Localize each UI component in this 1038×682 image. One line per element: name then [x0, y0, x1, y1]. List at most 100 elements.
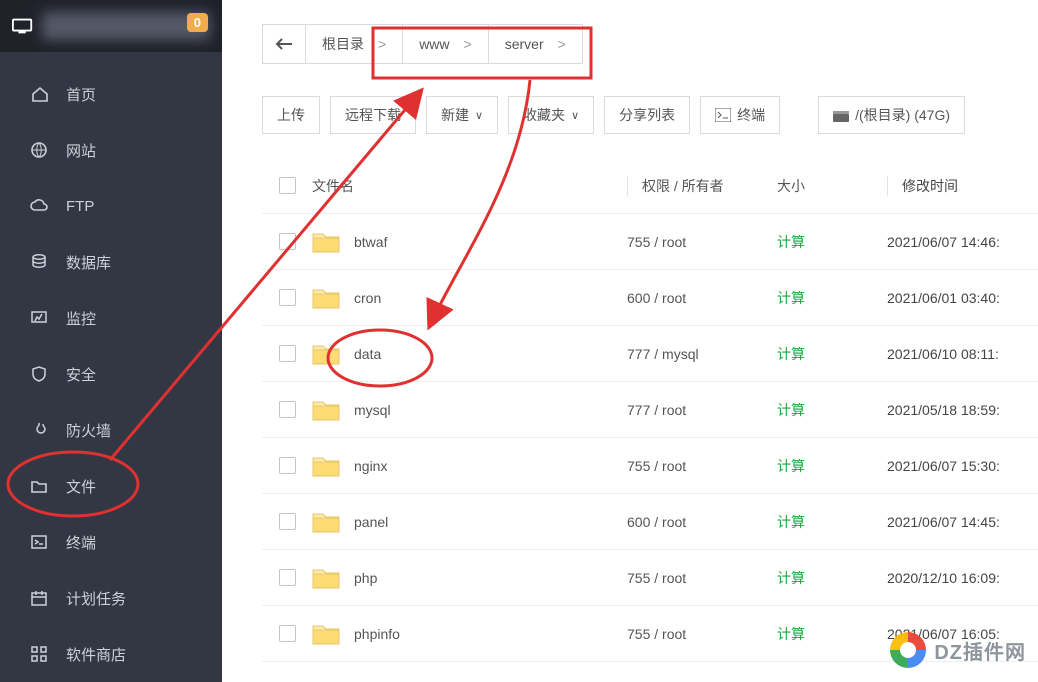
terminal-button[interactable]: 终端 — [700, 96, 780, 134]
table-row[interactable]: nginx755 / root计算2021/06/07 15:30: — [262, 438, 1038, 494]
file-permissions[interactable]: 755 / root — [627, 570, 777, 586]
sidebar-item-label: 文件 — [66, 476, 96, 497]
table-row[interactable]: php755 / root计算2020/12/10 16:09: — [262, 550, 1038, 606]
file-name[interactable]: phpinfo — [354, 626, 400, 642]
file-permissions[interactable]: 600 / root — [627, 514, 777, 530]
compute-size-link[interactable]: 计算 — [777, 234, 805, 250]
globe-icon — [30, 141, 48, 159]
sidebar-item-label: 首页 — [66, 84, 96, 105]
new-button[interactable]: 新建∨ — [426, 96, 498, 134]
terminal-label: 终端 — [737, 105, 765, 125]
compute-size-link[interactable]: 计算 — [777, 570, 805, 586]
file-name[interactable]: mysql — [354, 402, 391, 418]
shield-icon — [30, 365, 48, 383]
back-button[interactable] — [262, 24, 306, 64]
table-row[interactable]: cron 600 / root计算 2021/06/01 03:40: — [262, 270, 1038, 326]
sidebar-item-label: 监控 — [66, 308, 96, 329]
sidebar-item-label: 安全 — [66, 364, 96, 385]
favorites-button[interactable]: 收藏夹∨ — [508, 96, 594, 134]
breadcrumb-label: server — [505, 36, 544, 52]
compute-size-link[interactable]: 计算 — [777, 514, 805, 530]
sidebar-item-label: 防火墙 — [66, 420, 111, 441]
chevron-down-icon: ∨ — [571, 109, 579, 122]
sidebar-item-monitor[interactable]: 监控 — [0, 290, 222, 346]
chevron-right-icon: > — [544, 36, 566, 52]
breadcrumb-server[interactable]: server > — [489, 24, 583, 64]
disk-button[interactable]: /(根目录) (47G) — [818, 96, 965, 134]
file-permissions[interactable]: 755 / root — [627, 626, 777, 642]
remote-download-button[interactable]: 远程下载 — [330, 96, 416, 134]
col-header-date[interactable]: 修改时间 — [887, 176, 1038, 196]
col-header-perm[interactable]: 权限 / 所有者 — [627, 176, 777, 196]
table-row[interactable]: mysql 777 / root计算 2021/05/18 18:59: — [262, 382, 1038, 438]
chevron-right-icon: > — [364, 36, 386, 52]
file-name[interactable]: nginx — [354, 458, 387, 474]
compute-size-link[interactable]: 计算 — [777, 458, 805, 474]
file-date: 2021/06/01 03:40: — [887, 290, 1038, 306]
sidebar-item-terminal[interactable]: 终端 — [0, 514, 222, 570]
row-checkbox[interactable] — [279, 345, 296, 362]
fire-icon — [30, 421, 48, 439]
table-row[interactable]: btwaf 755 / root计算 2021/06/07 14:46: — [262, 214, 1038, 270]
breadcrumb-www[interactable]: www > — [403, 24, 489, 64]
db-icon — [30, 253, 48, 271]
sidebar-item-label: FTP — [66, 198, 94, 215]
sidebar-item-shield[interactable]: 安全 — [0, 346, 222, 402]
file-name[interactable]: php — [354, 570, 377, 586]
sidebar-item-label: 计划任务 — [66, 588, 126, 609]
upload-button[interactable]: 上传 — [262, 96, 320, 134]
compute-size-link[interactable]: 计算 — [777, 290, 805, 306]
sidebar-item-cloud[interactable]: FTP — [0, 178, 222, 234]
file-name[interactable]: panel — [354, 514, 388, 530]
sidebar-item-grid[interactable]: 软件商店 — [0, 626, 222, 682]
home-icon — [30, 85, 48, 103]
row-checkbox[interactable] — [279, 457, 296, 474]
share-list-button[interactable]: 分享列表 — [604, 96, 690, 134]
file-date: 2021/06/10 08:11: — [887, 346, 1038, 362]
sidebar-item-db[interactable]: 数据库 — [0, 234, 222, 290]
main-area: 根目录 > www > server > 上传 远程下载 新建∨ 收藏夹∨ 分享… — [222, 0, 1038, 682]
breadcrumb-root[interactable]: 根目录 > — [306, 24, 403, 64]
file-date: 2021/05/18 18:59: — [887, 402, 1038, 418]
sidebar-item-calendar[interactable]: 计划任务 — [0, 570, 222, 626]
table-row[interactable]: data 777 / mysql计算 2021/06/10 08:11: — [262, 326, 1038, 382]
file-permissions[interactable]: 755 / root — [627, 234, 777, 250]
nav-list: 首页网站 FTP 数据库监控安全防火墙文件终端计划任务软件商店 — [0, 52, 222, 682]
chevron-right-icon: > — [450, 36, 472, 52]
row-checkbox[interactable] — [279, 233, 296, 250]
sidebar-item-home[interactable]: 首页 — [0, 66, 222, 122]
arrow-left-icon — [275, 37, 293, 51]
select-all-checkbox[interactable] — [279, 177, 296, 194]
sidebar-item-label: 软件商店 — [66, 644, 126, 665]
file-permissions[interactable]: 777 / root — [627, 402, 777, 418]
file-name[interactable]: cron — [354, 290, 381, 306]
disk-label: /(根目录) (47G) — [855, 105, 950, 125]
sidebar-item-label: 网站 — [66, 140, 96, 161]
compute-size-link[interactable]: 计算 — [777, 402, 805, 418]
compute-size-link[interactable]: 计算 — [777, 626, 805, 642]
watermark-logo-icon — [886, 628, 930, 672]
col-header-size[interactable]: 大小 — [777, 176, 887, 196]
file-permissions[interactable]: 600 / root — [627, 290, 777, 306]
file-name[interactable]: btwaf — [354, 234, 387, 250]
file-date: 2021/06/07 14:46: — [887, 234, 1038, 250]
row-checkbox[interactable] — [279, 289, 296, 306]
row-checkbox[interactable] — [279, 569, 296, 586]
row-checkbox[interactable] — [279, 401, 296, 418]
sidebar-item-folder[interactable]: 文件 — [0, 458, 222, 514]
table-row[interactable]: panel600 / root计算2021/06/07 14:45: — [262, 494, 1038, 550]
col-header-name[interactable]: 文件名 — [312, 176, 627, 196]
compute-size-link[interactable]: 计算 — [777, 346, 805, 362]
file-name[interactable]: data — [354, 346, 381, 362]
sidebar-item-globe[interactable]: 网站 — [0, 122, 222, 178]
sidebar-item-fire[interactable]: 防火墙 — [0, 402, 222, 458]
row-checkbox[interactable] — [279, 625, 296, 642]
sidebar-item-label: 终端 — [66, 532, 96, 553]
app-title-redacted — [42, 12, 210, 40]
chevron-down-icon: ∨ — [475, 109, 483, 122]
row-checkbox[interactable] — [279, 513, 296, 530]
file-permissions[interactable]: 755 / root — [627, 458, 777, 474]
file-permissions[interactable]: 777 / mysql — [627, 346, 777, 362]
notification-badge[interactable]: 0 — [187, 13, 208, 32]
grid-icon — [30, 645, 48, 663]
